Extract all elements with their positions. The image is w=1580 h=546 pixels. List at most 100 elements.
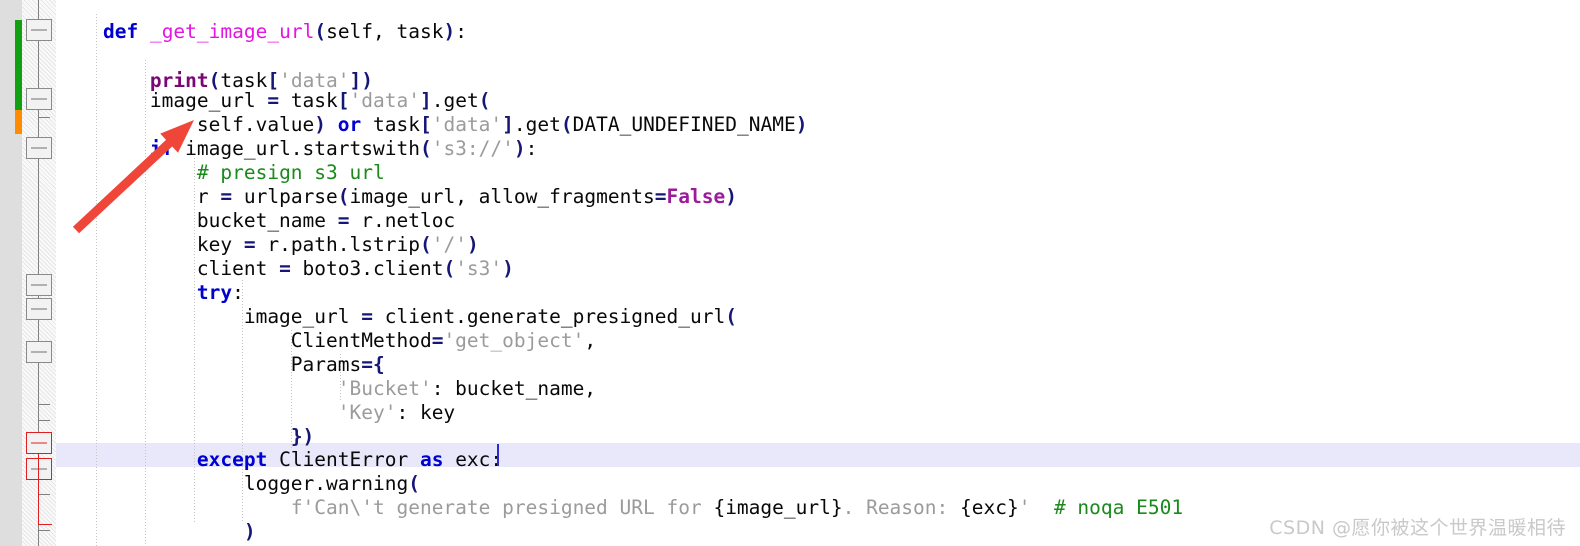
- code-token-plain: ClientError: [267, 448, 420, 471]
- code-token-str: 'data': [349, 89, 420, 112]
- code-token-brk: (: [314, 20, 327, 43]
- code-line[interactable]: Params={: [56, 353, 385, 378]
- code-token-brk: (: [560, 113, 573, 136]
- code-token-plain: ,: [584, 329, 597, 352]
- code-text-area[interactable]: def _get_image_url(self, task): print(ta…: [56, 0, 1580, 546]
- code-token-op: =: [220, 185, 233, 208]
- code-token-str: 'get_object': [443, 329, 585, 352]
- bracket-match-rail: [38, 454, 39, 524]
- code-token-plain: .get: [431, 89, 479, 112]
- code-token-plain: image_url: [56, 305, 362, 328]
- code-line[interactable]: def _get_image_url(self, task):: [56, 20, 467, 45]
- code-line[interactable]: ): [56, 520, 256, 545]
- text-caret: [497, 444, 499, 466]
- code-token-fname: _get_image_url: [149, 20, 315, 43]
- code-token-brk: {: [373, 353, 385, 376]
- code-token-plain: Params: [56, 353, 362, 376]
- code-token-kw: def: [102, 20, 139, 43]
- code-token-plain: task: [361, 113, 420, 136]
- code-token-interp: {exc}: [960, 496, 1019, 519]
- code-token-brk: ): [795, 113, 808, 136]
- fold-toggle-icon[interactable]: [26, 298, 52, 320]
- code-token-op: =: [361, 353, 373, 376]
- code-token-plain: boto3.client: [290, 257, 444, 280]
- fold-toggle-icon[interactable]: [26, 88, 52, 110]
- code-token-brk: (: [337, 185, 350, 208]
- fold-toggle-icon[interactable]: [26, 432, 52, 454]
- code-token-interp: {image_url}: [713, 496, 843, 519]
- code-token-plain: DATA_UNDEFINED_NAME: [572, 113, 796, 136]
- code-token-plain: : key: [396, 401, 456, 424]
- code-token-plain: :: [232, 281, 244, 304]
- code-line[interactable]: image_url = task['data'].get(: [56, 89, 491, 114]
- code-token-plain: logger.warning: [56, 472, 409, 495]
- fold-region-tick: [38, 494, 50, 495]
- code-token-plain: exc:: [443, 448, 503, 471]
- code-token-cmt: # presign s3 url: [196, 161, 385, 184]
- code-token-brk: ): [466, 233, 479, 256]
- fold-toggle-icon[interactable]: [26, 274, 52, 296]
- code-line[interactable]: try:: [56, 281, 244, 306]
- fold-toggle-icon[interactable]: [26, 341, 52, 363]
- code-token-plain: :: [525, 137, 538, 160]
- code-token-plain: r.path.lstrip: [255, 233, 420, 256]
- code-token-str: 'Bucket': [337, 377, 432, 400]
- code-line[interactable]: client = boto3.client('s3'): [56, 257, 514, 282]
- code-token-op: =: [267, 89, 280, 112]
- code-line[interactable]: self.value) or task['data'].get(DATA_UND…: [56, 113, 808, 138]
- code-line[interactable]: image_url = client.generate_presigned_ur…: [56, 305, 737, 330]
- code-token-plain: bucket_name: [56, 209, 338, 232]
- vcs-marker-added[interactable]: [15, 20, 22, 110]
- code-token-kw: as: [419, 448, 444, 471]
- vcs-marker-changed[interactable]: [15, 110, 22, 134]
- fold-region-tick: [38, 420, 50, 421]
- code-line[interactable]: # presign s3 url: [56, 161, 385, 186]
- code-line[interactable]: logger.warning(: [56, 472, 420, 497]
- fold-toggle-icon[interactable]: [26, 137, 52, 159]
- code-token-op: =: [361, 305, 373, 328]
- code-token-op: =: [337, 209, 350, 232]
- code-line[interactable]: key = r.path.lstrip('/'): [56, 233, 479, 258]
- code-line[interactable]: r = urlparse(image_url, allow_fragments=…: [56, 185, 737, 210]
- code-token-str: '/': [431, 233, 467, 256]
- csdn-watermark: CSDN @愿你被这个世界温暖相待: [1269, 517, 1566, 539]
- code-token-brk: ]: [419, 89, 432, 112]
- code-token-str: 'data': [431, 113, 503, 136]
- fold-toggle-icon[interactable]: [26, 458, 52, 480]
- code-token-brk: ): [314, 113, 327, 136]
- code-token-plain: urlparse: [232, 185, 338, 208]
- code-line[interactable]: ClientMethod='get_object',: [56, 329, 596, 354]
- code-line[interactable]: 'Key': key: [56, 401, 455, 426]
- code-line[interactable]: f'Can\'t generate presigned URL for {ima…: [56, 496, 1183, 521]
- code-token-brk: (: [419, 233, 432, 256]
- code-token-plain: :: [455, 20, 467, 43]
- code-token-brk: ): [443, 20, 456, 43]
- code-line[interactable]: 'Bucket': bucket_name,: [56, 377, 596, 402]
- code-line[interactable]: bucket_name = r.netloc: [56, 209, 455, 234]
- fold-toggle-icon[interactable]: [26, 19, 52, 41]
- code-token-str: 's3': [455, 257, 503, 280]
- fold-region-tick: [38, 117, 50, 118]
- code-token-brk: [: [337, 89, 350, 112]
- code-token-brk: ): [513, 137, 526, 160]
- code-editor[interactable]: def _get_image_url(self, task): print(ta…: [0, 0, 1580, 546]
- code-line[interactable]: }): [56, 425, 314, 450]
- code-token-str: . Reason:: [842, 496, 960, 519]
- code-line[interactable]: except ClientError as exc:: [56, 448, 502, 473]
- code-token-cmt: # noqa E501: [1053, 496, 1184, 519]
- code-token-kw: if: [149, 137, 174, 160]
- code-line[interactable]: if image_url.startswith('s3://'):: [56, 137, 537, 162]
- code-token-plain: r.netloc: [349, 209, 456, 232]
- code-token-brk: [: [419, 113, 432, 136]
- code-token-plain: r: [56, 185, 221, 208]
- code-token-plain: : bucket_name,: [431, 377, 597, 400]
- code-token-brk: ): [502, 257, 514, 280]
- code-token-plain: image_url: [56, 89, 268, 112]
